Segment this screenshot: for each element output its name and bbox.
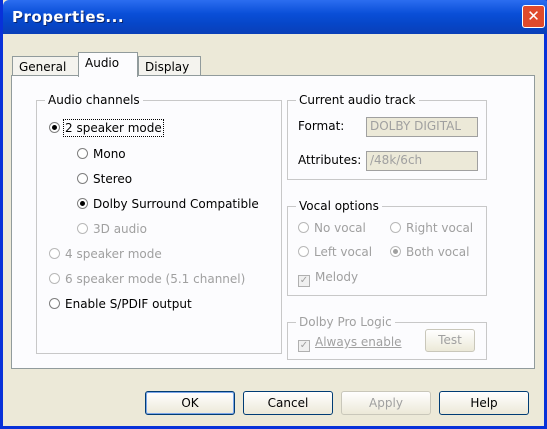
radio-dot (77, 173, 88, 184)
ok-button[interactable]: OK (145, 391, 235, 415)
four-speaker-mode-radio[interactable]: 4 speaker mode (49, 247, 162, 263)
spdif-output-radio[interactable]: Enable S/PDIF output (49, 297, 192, 313)
close-button[interactable]: ✕ (522, 5, 545, 28)
stereo-radio[interactable]: Stereo (77, 172, 132, 188)
radio-dot (49, 273, 60, 284)
format-field: DOLBY DIGITAL (366, 117, 478, 137)
radio-dot (49, 298, 60, 309)
mono-label: Mono (93, 147, 126, 161)
left-vocal-label: Left vocal (314, 245, 373, 259)
vocal-options-title: Vocal options (296, 199, 382, 213)
checkmark-icon: ✓ (298, 275, 310, 287)
current-audio-track-title: Current audio track (296, 93, 419, 107)
tab-audio[interactable]: Audio (78, 52, 138, 77)
audio-channels-group: Audio channels 2 speaker mode Mono Stere… (36, 93, 282, 354)
spdif-output-label: Enable S/PDIF output (65, 297, 192, 311)
radio-dot (77, 223, 88, 234)
no-vocal-radio[interactable]: No vocal (298, 221, 366, 237)
always-enable-label: Always enable (315, 335, 402, 349)
vocal-options-group: Vocal options No vocal Right vocal Left … (287, 199, 487, 296)
dolby-pro-logic-group: Dolby Pro Logic ✓ Always enable Test (287, 315, 487, 360)
3d-audio-radio[interactable]: 3D audio (77, 222, 147, 238)
properties-dialog: Properties... ✕ General Audio Display Au… (0, 0, 547, 429)
dolby-pro-logic-title: Dolby Pro Logic (296, 315, 395, 329)
radio-dot (390, 246, 401, 257)
both-vocal-radio[interactable]: Both vocal (390, 245, 469, 261)
current-audio-track-group: Current audio track Format: DOLBY DIGITA… (287, 93, 487, 180)
help-button[interactable]: Help (439, 391, 529, 415)
radio-dot (49, 122, 60, 133)
test-button[interactable]: Test (425, 329, 475, 352)
attributes-field: /48k/6ch (366, 151, 478, 171)
four-speaker-mode-label: 4 speaker mode (65, 247, 162, 261)
checkmark-icon: ✓ (298, 340, 310, 352)
tab-general[interactable]: General (12, 56, 79, 76)
tab-display[interactable]: Display (138, 56, 201, 76)
attributes-label: Attributes: (298, 153, 362, 167)
audio-channels-title: Audio channels (45, 93, 143, 107)
close-icon: ✕ (527, 7, 540, 25)
3d-audio-label: 3D audio (93, 222, 147, 236)
mono-radio[interactable]: Mono (77, 147, 126, 163)
dolby-surround-radio[interactable]: Dolby Surround Compatible (77, 197, 259, 213)
cancel-button[interactable]: Cancel (243, 391, 333, 415)
radio-dot (77, 148, 88, 159)
radio-dot (298, 246, 309, 257)
radio-dot (49, 248, 60, 259)
title-bar[interactable]: Properties... ✕ (3, 0, 547, 34)
melody-label: Melody (315, 270, 359, 284)
radio-dot (77, 198, 88, 209)
audio-tab-panel: Audio channels 2 speaker mode Mono Stere… (11, 75, 535, 369)
dolby-surround-label: Dolby Surround Compatible (93, 197, 259, 211)
melody-checkbox[interactable]: ✓ Melody (298, 270, 358, 287)
six-speaker-mode-radio[interactable]: 6 speaker mode (5.1 channel) (49, 272, 245, 288)
right-vocal-radio[interactable]: Right vocal (390, 221, 473, 237)
both-vocal-label: Both vocal (406, 245, 470, 259)
two-speaker-mode-radio[interactable]: 2 speaker mode (49, 119, 164, 137)
six-speaker-mode-label: 6 speaker mode (5.1 channel) (65, 272, 246, 286)
format-label: Format: (298, 119, 345, 133)
window-title: Properties... (12, 8, 125, 26)
radio-dot (298, 222, 309, 233)
stereo-label: Stereo (93, 172, 133, 186)
radio-dot (390, 222, 401, 233)
apply-button[interactable]: Apply (341, 391, 431, 415)
no-vocal-label: No vocal (314, 221, 366, 235)
left-vocal-radio[interactable]: Left vocal (298, 245, 372, 261)
two-speaker-mode-label: 2 speaker mode (63, 119, 164, 137)
right-vocal-label: Right vocal (406, 221, 474, 235)
always-enable-checkbox[interactable]: ✓ Always enable (298, 335, 402, 352)
